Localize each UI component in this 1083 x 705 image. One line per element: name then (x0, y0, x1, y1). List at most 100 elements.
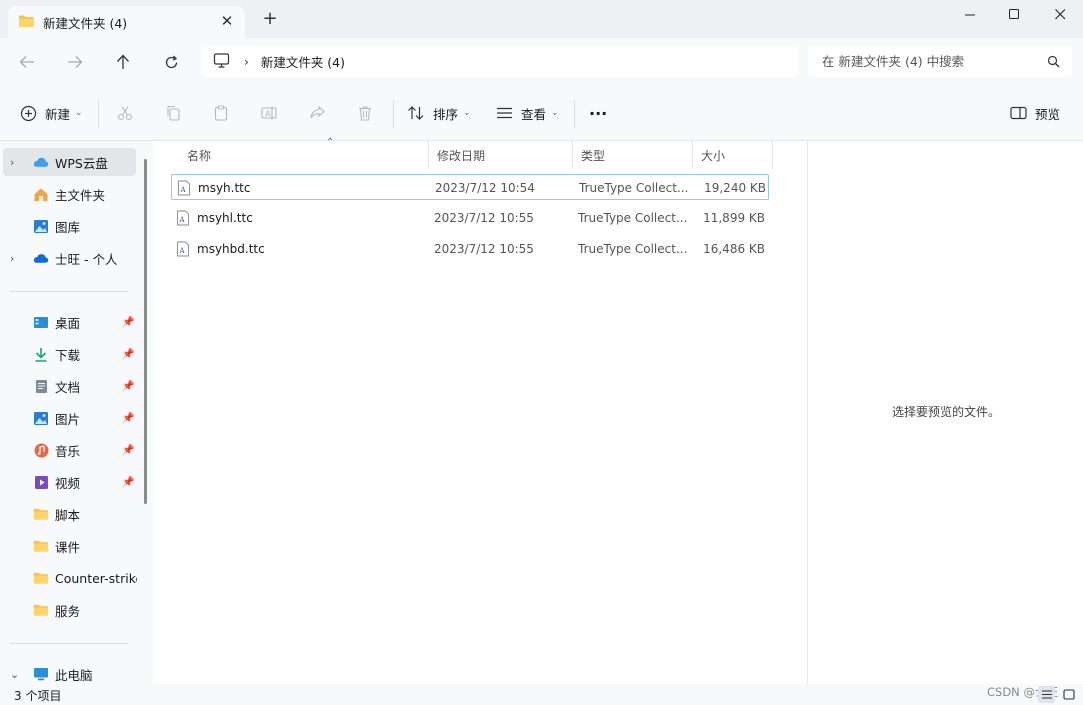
sidebar-item-counter-strike[interactable]: Counter-strike (0, 564, 138, 592)
computer-icon[interactable] (213, 52, 230, 71)
new-button[interactable]: 新建 ⌄ (20, 103, 83, 123)
up-button[interactable] (112, 51, 134, 73)
pin-icon[interactable]: 📌 (122, 477, 134, 488)
document-icon (33, 378, 49, 394)
chevron-right-icon[interactable]: › (244, 55, 249, 69)
file-name-cell: A msyhbd.ttc (175, 236, 425, 262)
pin-icon[interactable]: 📌 (122, 413, 134, 424)
paste-button[interactable] (211, 103, 231, 123)
sidebar-item-music[interactable]: 音乐 📌 (0, 436, 138, 464)
chevron-right-icon[interactable]: › (10, 156, 20, 169)
folder-icon (33, 570, 49, 586)
breadcrumb[interactable]: 新建文件夹 (4) (261, 52, 345, 71)
share-button[interactable] (307, 103, 327, 123)
sort-ascending-icon: ⌃ (326, 137, 335, 148)
rename-button[interactable]: A (259, 103, 279, 123)
search-icon[interactable] (1047, 55, 1060, 71)
sidebar-item-pictures[interactable]: 图片 📌 (0, 404, 138, 432)
sidebar-item-services[interactable]: 服务 (0, 596, 138, 624)
list-view-icon (497, 107, 512, 119)
sort-button[interactable]: 排序 ⌄ (407, 103, 471, 123)
new-tab-button[interactable]: + (262, 10, 278, 28)
download-icon (33, 346, 49, 362)
copy-button[interactable] (163, 103, 183, 123)
sidebar-scrollbar[interactable] (144, 159, 147, 504)
preview-pane-button[interactable]: 预览 (1010, 103, 1060, 123)
address-row: › 新建文件夹 (4) (0, 38, 1083, 86)
preview-label: 预览 (1035, 106, 1061, 122)
sidebar-item-desktop[interactable]: 桌面 📌 (0, 308, 138, 336)
arrow-left-icon (19, 56, 34, 68)
details-view-button[interactable] (1038, 686, 1055, 703)
chevron-down-icon: ⌄ (463, 108, 471, 118)
sidebar-item-label: 脚本 (55, 507, 81, 523)
address-bar[interactable]: › 新建文件夹 (4) (201, 46, 799, 77)
more-options-button[interactable]: ··· (589, 103, 607, 123)
close-icon[interactable]: ✕ (219, 13, 235, 29)
pin-icon[interactable]: 📌 (122, 381, 134, 392)
divider (10, 643, 128, 644)
computer-icon (33, 666, 49, 682)
pictures-icon (33, 410, 49, 426)
file-name: msyh.ttc (198, 181, 251, 195)
search-input[interactable] (822, 54, 1032, 69)
chevron-right-icon[interactable]: › (10, 252, 20, 265)
pin-icon[interactable]: 📌 (122, 349, 134, 360)
svg-text:A: A (265, 110, 271, 119)
column-header-size[interactable]: 大小 (693, 141, 773, 169)
chevron-down-icon[interactable]: ⌄ (10, 668, 20, 681)
font-file-icon: A (177, 241, 189, 257)
details-view-icon (1041, 690, 1052, 699)
column-label: 大小 (701, 148, 726, 163)
item-count: 3 个项目 (14, 689, 62, 703)
tab-current-folder[interactable]: 新建文件夹 (4) ✕ (8, 6, 245, 38)
sidebar-item-downloads[interactable]: 下载 📌 (0, 340, 138, 368)
cut-button[interactable] (115, 103, 135, 123)
sidebar-item-scripts[interactable]: 脚本 (0, 500, 138, 528)
sidebar-item-videos[interactable]: 视频 📌 (0, 468, 138, 496)
back-button[interactable] (16, 51, 38, 73)
file-name: msyhbd.ttc (197, 242, 265, 256)
preview-empty-message: 选择要预览的文件。 (891, 405, 1000, 419)
sidebar-item-gallery[interactable]: 图库 (0, 212, 138, 240)
file-row[interactable]: A msyh.ttc 2023/7/12 10:54 TrueType Coll… (171, 174, 769, 200)
file-type: TrueType Collect... (579, 181, 689, 195)
folder-icon (33, 506, 49, 522)
arrow-up-icon (117, 54, 129, 69)
sidebar-item-label: Counter-strike (55, 570, 137, 586)
search-box[interactable] (808, 46, 1072, 77)
sidebar-item-wps-cloud[interactable]: › WPS云盘 (3, 148, 136, 176)
sidebar-item-documents[interactable]: 文档 📌 (0, 372, 138, 400)
sidebar-item-onedrive[interactable]: › 士旺 - 个人 (0, 244, 138, 272)
forward-button[interactable] (64, 51, 86, 73)
file-row[interactable]: A msyhl.ttc 2023/7/12 10:55 TrueType Col… (171, 205, 769, 231)
home-icon (33, 186, 49, 202)
pin-icon[interactable]: 📌 (122, 445, 134, 456)
column-header-name[interactable]: 名称 ⌃ (179, 137, 429, 169)
file-row[interactable]: A msyhbd.ttc 2023/7/12 10:55 TrueType Co… (171, 236, 769, 262)
sidebar-item-home[interactable]: 主文件夹 (0, 180, 138, 208)
view-label: 查看 (521, 106, 547, 122)
command-bar: 新建 ⌄ A 排序 ⌄ 查看 ⌄ ··· 预览 (0, 86, 1083, 141)
maximize-button[interactable] (991, 0, 1037, 28)
file-list: 名称 ⌃ 修改日期 类型 大小 A msyh.ttc 2023/7/12 10:… (153, 137, 807, 684)
sidebar-item-label: 士旺 - 个人 (55, 251, 118, 267)
minimize-button[interactable] (947, 0, 993, 28)
close-window-button[interactable] (1037, 0, 1083, 28)
column-header-type[interactable]: 类型 (573, 141, 693, 169)
file-size: 16,486 KB (703, 242, 765, 256)
tiles-view-icon (1062, 689, 1075, 700)
view-button[interactable]: 查看 ⌄ (496, 103, 559, 123)
divider (10, 291, 128, 292)
pin-icon[interactable]: 📌 (122, 317, 134, 328)
delete-button[interactable] (355, 103, 375, 123)
rename-icon: A (260, 106, 277, 120)
column-header-date[interactable]: 修改日期 (429, 141, 573, 169)
sidebar-item-courseware[interactable]: 课件 (0, 532, 138, 560)
chevron-down-icon: ⌄ (75, 108, 83, 118)
tiles-view-button[interactable] (1060, 686, 1077, 703)
divider (393, 100, 394, 128)
trash-icon (359, 106, 371, 121)
wps-cloud-icon (33, 154, 49, 170)
refresh-button[interactable] (160, 51, 182, 73)
